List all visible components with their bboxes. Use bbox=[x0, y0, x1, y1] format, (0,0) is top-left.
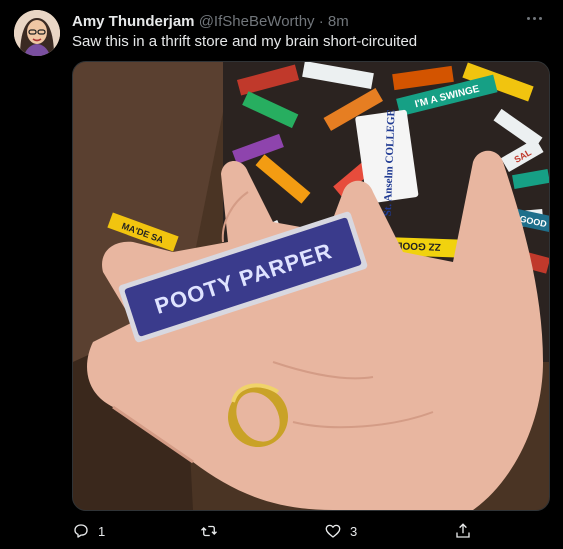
timestamp[interactable]: 8m bbox=[328, 13, 349, 30]
tweet-media[interactable]: I'M A SWINGE St. Anselm COLLEGE GOOD ZZ … bbox=[72, 61, 550, 511]
tweet-text: Saw this in a thrift store and my brain … bbox=[72, 33, 418, 50]
retweet-icon bbox=[201, 525, 217, 537]
avatar-image bbox=[14, 10, 60, 56]
retweet-button[interactable] bbox=[200, 520, 226, 542]
reply-count: 1 bbox=[98, 523, 106, 539]
share-icon bbox=[456, 523, 470, 538]
avatar[interactable] bbox=[14, 10, 60, 56]
more-icon[interactable] bbox=[525, 10, 549, 30]
author-handle[interactable]: @IfSheBeWorthy bbox=[199, 13, 315, 30]
like-icon bbox=[325, 524, 341, 538]
action-bar: 1 3 bbox=[72, 520, 492, 542]
author-name[interactable]: Amy Thunderjam bbox=[72, 13, 195, 30]
tweet[interactable]: Amy Thunderjam @IfSheBeWorthy · 8m Saw t… bbox=[0, 0, 563, 549]
reply-icon bbox=[74, 524, 88, 538]
reply-button[interactable]: 1 bbox=[72, 520, 105, 542]
like-count: 3 bbox=[350, 523, 358, 539]
tweet-header: Amy Thunderjam @IfSheBeWorthy · 8m bbox=[72, 12, 523, 32]
like-button[interactable]: 3 bbox=[324, 520, 357, 542]
separator-dot: · bbox=[318, 13, 324, 30]
media-photo: I'M A SWINGE St. Anselm COLLEGE GOOD ZZ … bbox=[73, 62, 549, 510]
share-button[interactable] bbox=[454, 520, 472, 542]
